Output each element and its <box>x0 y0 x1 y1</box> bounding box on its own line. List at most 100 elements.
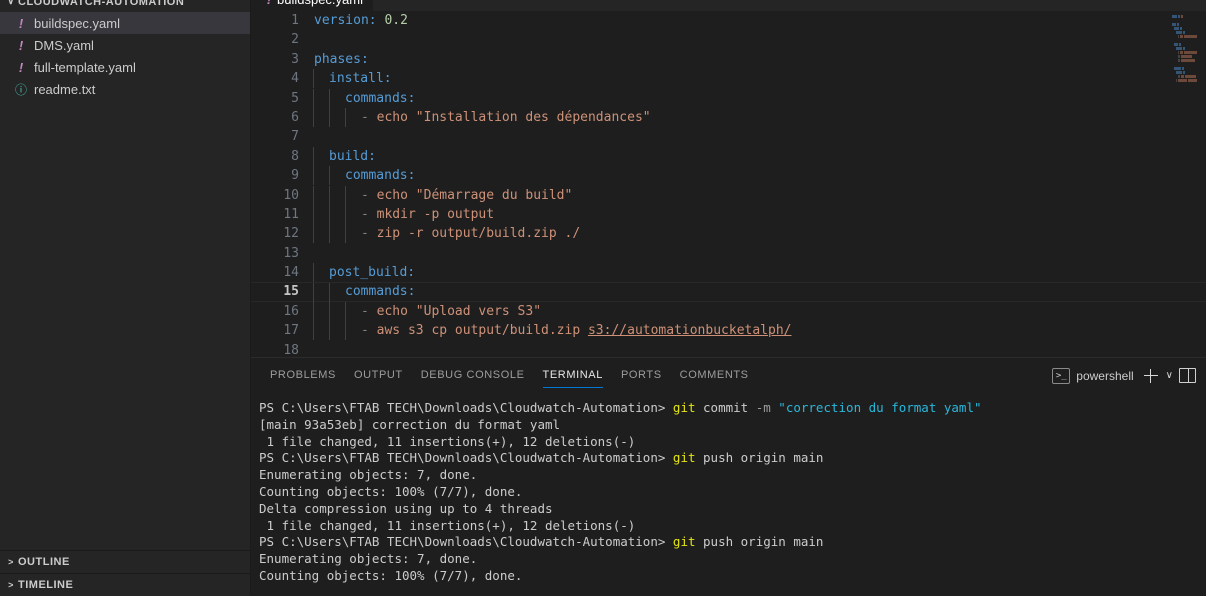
line-number: 15 <box>283 284 299 300</box>
indent-guide <box>313 224 314 244</box>
tab-output[interactable]: OUTPUT <box>345 358 412 393</box>
code-text: - mkdir -p output <box>313 204 1206 224</box>
editor-tab-label: buildspec.yaml <box>277 0 363 7</box>
yaml-warning-icon: ! <box>261 0 277 7</box>
file-item-readme[interactable]: ⓘ readme.txt <box>0 78 250 100</box>
line-number: 6 <box>291 109 299 125</box>
terminal-args: commit <box>695 400 756 415</box>
code-line[interactable]: 14 post_build: <box>251 263 1206 283</box>
terminal-string: "correction du format yaml" <box>770 400 982 415</box>
code-line[interactable]: 9 commands: <box>251 166 1206 186</box>
code-line[interactable]: 11 - mkdir -p output <box>251 204 1206 224</box>
code-text: commands: <box>313 88 1206 108</box>
code-text: commands: <box>313 166 1206 186</box>
minimap-line <box>1172 31 1198 34</box>
code-editor[interactable]: 1 version: 0.2 2 3 phases: 4 install: 5 commands… <box>251 11 1206 357</box>
minimap-line <box>1172 59 1198 62</box>
editor-scrollbar[interactable] <box>1196 11 1206 357</box>
code-line[interactable]: 3 phases: <box>251 50 1206 69</box>
editor-tab-buildspec[interactable]: ! buildspec.yaml <box>251 0 374 11</box>
minimap-line <box>1172 19 1198 22</box>
code-token: - <box>361 109 377 125</box>
code-line[interactable]: 6 - echo "Installation des dépendances" <box>251 107 1206 127</box>
code-line[interactable]: 1 version: 0.2 <box>251 11 1206 30</box>
tab-comments[interactable]: COMMENTS <box>671 358 758 393</box>
code-text: - echo "Démarrage du build" <box>313 185 1206 205</box>
editor-tabbar: ! buildspec.yaml <box>251 0 1206 11</box>
minimap-line <box>1172 67 1198 70</box>
chevron-right-icon: > <box>8 580 14 590</box>
code-token: - <box>361 303 377 319</box>
code-line[interactable]: 15 commands: <box>251 282 1206 303</box>
code-line[interactable]: 5 commands: <box>251 88 1206 108</box>
code-line[interactable]: 16 - echo "Upload vers S3" <box>251 301 1206 321</box>
new-terminal-button[interactable] <box>1142 367 1160 385</box>
code-text: post_build: <box>313 263 1206 283</box>
terminal-line: [main 93a53eb] correction du format yaml <box>259 416 561 432</box>
minimap-line <box>1172 47 1198 50</box>
code-line[interactable]: 10 - echo "Démarrage du build" <box>251 185 1206 205</box>
indent-guide <box>345 204 346 224</box>
code-line[interactable]: 7 <box>251 127 1206 146</box>
code-lines[interactable]: 1 version: 0.2 2 3 phases: 4 install: 5 commands… <box>251 11 1206 357</box>
file-item-buildspec[interactable]: ! buildspec.yaml <box>0 12 250 34</box>
tab-debug-console[interactable]: DEBUG CONSOLE <box>412 358 534 393</box>
code-token: phases <box>314 51 361 67</box>
sidebar-section-outline[interactable]: > OUTLINE <box>0 550 250 573</box>
terminal-line: PS C:\Users\FTAB TECH\Downloads\Cloudwat… <box>259 534 1206 551</box>
file-item-full-template[interactable]: ! full-template.yaml <box>0 56 250 78</box>
minimap[interactable] <box>1172 15 1198 82</box>
split-terminal-icon[interactable] <box>1179 368 1196 383</box>
tab-terminal[interactable]: TERMINAL <box>534 358 612 393</box>
code-token: mkdir -p output <box>376 206 495 222</box>
code-token: : <box>360 51 369 67</box>
terminal-shell-chip[interactable]: >_ powershell <box>1048 367 1137 384</box>
terminal-output[interactable]: PS C:\Users\FTAB TECH\Downloads\Cloudwat… <box>251 393 1206 596</box>
explorer-folder-header[interactable]: ∨ CLOUDWATCH-AUTOMATION <box>0 0 250 7</box>
tab-problems[interactable]: PROBLEMS <box>261 358 345 393</box>
code-token: - <box>361 323 377 339</box>
terminal-prompt: PS C:\Users\FTAB TECH\Downloads\Cloudwat… <box>259 450 673 466</box>
code-token: s3://automationbucketalph/ <box>587 323 792 339</box>
minimap-line <box>1172 51 1198 54</box>
tab-ports[interactable]: PORTS <box>612 358 671 393</box>
code-line[interactable]: 4 install: <box>251 69 1206 89</box>
code-line[interactable]: 13 <box>251 244 1206 263</box>
terminal-line: PS C:\Users\FTAB TECH\Downloads\Cloudwat… <box>259 400 1206 417</box>
code-line[interactable]: 17 - aws s3 cp output/build.zip s3://auto… <box>251 321 1206 341</box>
file-item-dms[interactable]: ! DMS.yaml <box>0 34 250 56</box>
code-text: build: <box>313 146 1206 166</box>
line-number: 2 <box>291 32 299 48</box>
minimap-line <box>1172 39 1198 42</box>
chevron-down-icon[interactable]: ∨ <box>1164 370 1175 381</box>
terminal-line: PS C:\Users\FTAB TECH\Downloads\Cloudwat… <box>259 450 1206 467</box>
terminal-icon: >_ <box>1052 367 1071 384</box>
terminal-line: Enumerating objects: 7, done. <box>259 467 478 483</box>
code-token: - <box>361 226 377 242</box>
code-token: commands <box>345 284 408 300</box>
code-token: commands <box>345 168 408 184</box>
code-line[interactable]: 8 build: <box>251 146 1206 166</box>
minimap-line <box>1172 63 1198 66</box>
line-number: 13 <box>283 245 299 261</box>
sidebar-section-timeline[interactable]: > TIMELINE <box>0 573 250 596</box>
indent-guide <box>313 146 314 166</box>
code-line[interactable]: 12 - zip -r output/build.zip ./ <box>251 224 1206 244</box>
code-token: "Installation des dépendances" <box>415 109 651 125</box>
indent-guide <box>329 88 330 108</box>
code-text: - zip -r output/build.zip ./ <box>313 224 1206 244</box>
line-number: 1 <box>291 13 299 28</box>
vscode-window: ∨ CLOUDWATCH-AUTOMATION ! buildspec.yaml… <box>0 0 1206 596</box>
line-number: 4 <box>291 71 299 87</box>
code-token: install <box>329 71 384 87</box>
indent-guide <box>313 283 314 303</box>
terminal-prompt: PS C:\Users\FTAB TECH\Downloads\Cloudwat… <box>259 534 673 550</box>
indent-guide <box>313 185 314 205</box>
minimap-line <box>1172 23 1198 26</box>
yaml-warning-icon: ! <box>18 15 24 31</box>
code-line[interactable]: 2 <box>251 30 1206 49</box>
code-line[interactable]: 18 <box>251 341 1206 357</box>
terminal-prompt: PS C:\Users\FTAB TECH\Downloads\Cloudwat… <box>259 400 673 415</box>
code-token: echo <box>376 109 416 125</box>
